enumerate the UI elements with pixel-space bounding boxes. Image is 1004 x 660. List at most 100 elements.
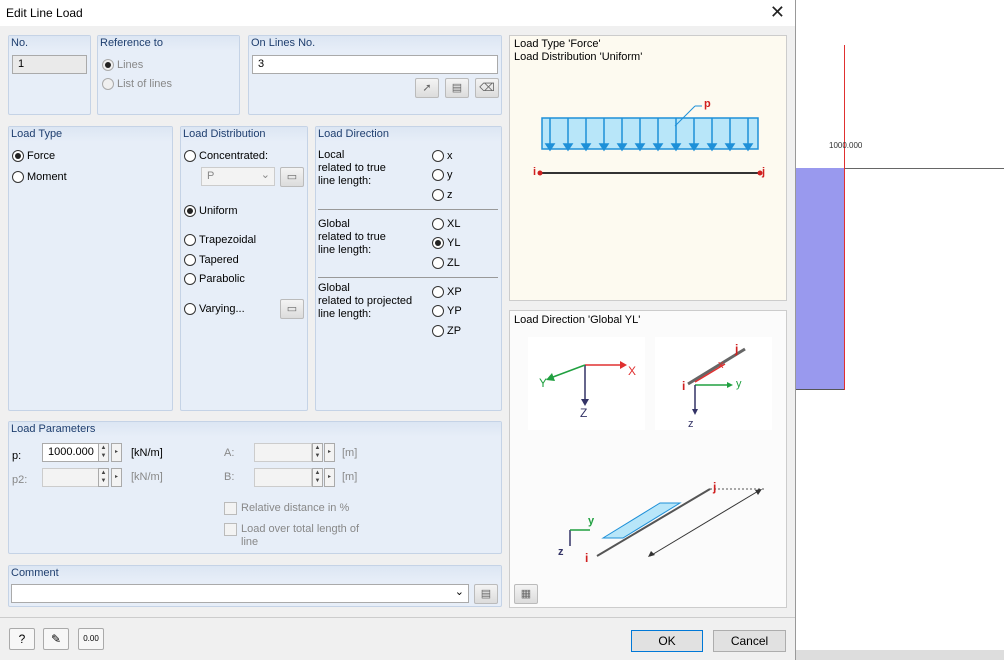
load-parameters-label: Load Parameters bbox=[9, 422, 501, 437]
on-lines-input[interactable]: 3 bbox=[252, 55, 498, 74]
svg-text:y: y bbox=[736, 378, 742, 390]
svg-text:x: x bbox=[718, 359, 724, 371]
edit-concentrated-icon[interactable]: ▭ bbox=[280, 167, 304, 187]
chevron-down-icon: ⌄ bbox=[454, 586, 464, 598]
radio-tapered[interactable]: Tapered bbox=[184, 254, 239, 266]
no-group: No. 1 bbox=[8, 35, 91, 115]
edit-varying-icon[interactable]: ▭ bbox=[280, 299, 304, 319]
svg-text:X: X bbox=[628, 364, 636, 378]
svg-text:Z: Z bbox=[580, 406, 587, 420]
load-type-label: Load Type bbox=[9, 127, 172, 142]
dialog-title: Edit Line Load bbox=[6, 6, 83, 20]
p2-spinner[interactable]: ▲ ▼ bbox=[98, 468, 109, 487]
radio-lines[interactable]: Lines bbox=[102, 59, 143, 71]
radio-x[interactable]: x bbox=[432, 150, 453, 162]
edit-icon[interactable]: ✎ bbox=[43, 628, 69, 650]
a-menu-arrow[interactable]: ▸ bbox=[324, 443, 335, 462]
comment-input[interactable]: ⌄ bbox=[11, 584, 469, 603]
radio-xp[interactable]: XP bbox=[432, 286, 462, 298]
load-line bbox=[844, 45, 845, 390]
b-spinner[interactable]: ▲ ▼ bbox=[312, 468, 323, 487]
radio-yp[interactable]: YP bbox=[432, 305, 462, 317]
chevron-down-icon: ⌄ bbox=[260, 169, 270, 181]
p2-input[interactable] bbox=[42, 468, 99, 487]
surface-rect bbox=[796, 168, 845, 390]
divider bbox=[318, 209, 498, 210]
direction-title: Load Direction 'Global YL' bbox=[514, 314, 641, 326]
load-type-group: Load Type Force Moment bbox=[8, 126, 173, 411]
divider bbox=[318, 277, 498, 278]
a-spinner[interactable]: ▲ ▼ bbox=[312, 443, 323, 462]
radio-moment[interactable]: Moment bbox=[12, 171, 67, 183]
load-value-label: 1000.000 bbox=[829, 141, 863, 150]
radio-varying[interactable]: Varying... bbox=[184, 303, 245, 315]
diagram-options-icon[interactable]: ▦ bbox=[514, 584, 538, 604]
edit-line-load-dialog: Edit Line Load ✕ No. 1 Reference to Line… bbox=[0, 0, 796, 660]
p2-unit: [kN/m] bbox=[131, 471, 163, 483]
svg-text:z: z bbox=[558, 546, 564, 558]
radio-xl[interactable]: XL bbox=[432, 218, 460, 230]
cancel-button[interactable]: Cancel bbox=[713, 630, 786, 652]
node-j: j bbox=[762, 166, 766, 178]
a-unit: [m] bbox=[342, 447, 358, 459]
radio-trapezoidal[interactable]: Trapezoidal bbox=[184, 234, 256, 246]
bottom-separator bbox=[0, 617, 795, 618]
radio-parabolic[interactable]: Parabolic bbox=[184, 273, 245, 285]
load-direction-diagram-panel: Load Direction 'Global YL' X Y Z x y z i… bbox=[509, 310, 787, 608]
radio-yl[interactable]: YL bbox=[432, 237, 460, 249]
reference-group: Reference to Lines List of lines bbox=[97, 35, 240, 115]
uniform-load-diagram bbox=[537, 105, 763, 176]
radio-y[interactable]: y bbox=[432, 169, 453, 181]
clear-icon[interactable]: ⌫ bbox=[475, 78, 499, 98]
radio-list-of-lines[interactable]: List of lines bbox=[102, 78, 172, 90]
radio-z[interactable]: z bbox=[432, 189, 453, 201]
concentrated-select[interactable]: P ⌄ bbox=[201, 167, 275, 186]
comment-group: Comment ⌄ ▤ bbox=[8, 565, 502, 607]
global-text: Global related to true line length: bbox=[318, 218, 386, 256]
on-lines-label: On Lines No. bbox=[249, 36, 501, 51]
a-input[interactable] bbox=[254, 443, 312, 462]
p2-menu-arrow[interactable]: ▸ bbox=[111, 468, 122, 487]
svg-text:i: i bbox=[682, 379, 685, 393]
load-direction-label: Load Direction bbox=[316, 127, 501, 142]
diagram-line1: Load Type 'Force' bbox=[514, 38, 601, 50]
local-axes-diagram: x y z i j bbox=[655, 337, 772, 430]
select-lines-icon[interactable]: ▤ bbox=[445, 78, 469, 98]
p-spinner[interactable]: ▲ ▼ bbox=[98, 443, 109, 462]
svg-text:Y: Y bbox=[539, 376, 547, 390]
units-icon[interactable]: 0.00 bbox=[78, 628, 104, 650]
help-icon[interactable]: ? bbox=[9, 628, 35, 650]
on-lines-group: On Lines No. 3 ➚ ▤ ⌫ bbox=[248, 35, 502, 115]
close-icon[interactable]: ✕ bbox=[770, 3, 785, 21]
comment-library-icon[interactable]: ▤ bbox=[474, 584, 498, 604]
load-over-total-length-checkbox[interactable]: Load over total length of line bbox=[224, 523, 374, 549]
load-direction-group: Load Direction Local related to true lin… bbox=[315, 126, 502, 411]
load-distribution-label: Load Distribution bbox=[181, 127, 307, 142]
no-field[interactable]: 1 bbox=[12, 55, 87, 74]
p-menu-arrow[interactable]: ▸ bbox=[111, 443, 122, 462]
p2-label: p2: bbox=[12, 474, 28, 486]
radio-force[interactable]: Force bbox=[12, 150, 55, 162]
svg-text:z: z bbox=[688, 418, 694, 430]
p-input[interactable]: 1000.000 bbox=[42, 443, 99, 462]
svg-text:i: i bbox=[585, 551, 588, 565]
load-distribution-group: Load Distribution Concentrated: P ⌄ ▭ Uni… bbox=[180, 126, 308, 411]
pick-icon[interactable]: ➚ bbox=[415, 78, 439, 98]
radio-zl[interactable]: ZL bbox=[432, 257, 460, 269]
radio-uniform[interactable]: Uniform bbox=[184, 205, 238, 217]
svg-text:y: y bbox=[588, 515, 595, 527]
radio-zp[interactable]: ZP bbox=[432, 325, 461, 337]
b-label: B: bbox=[224, 471, 235, 483]
projected-text: Global related to projected line length: bbox=[318, 282, 413, 320]
p-unit: [kN/m] bbox=[131, 447, 163, 459]
no-label: No. bbox=[9, 36, 90, 51]
radio-concentrated[interactable]: Concentrated: bbox=[184, 150, 268, 162]
load-parameters-group: Load Parameters p: 1000.000 ▲ ▼ ▸ [kN/m] … bbox=[8, 421, 502, 554]
relative-distance-checkbox[interactable]: Relative distance in % bbox=[224, 502, 349, 515]
b-input[interactable] bbox=[254, 468, 312, 487]
bottom-strip bbox=[796, 650, 1004, 660]
b-unit: [m] bbox=[342, 471, 358, 483]
p-symbol: p bbox=[704, 98, 711, 110]
b-menu-arrow[interactable]: ▸ bbox=[324, 468, 335, 487]
ok-button[interactable]: OK bbox=[631, 630, 703, 652]
